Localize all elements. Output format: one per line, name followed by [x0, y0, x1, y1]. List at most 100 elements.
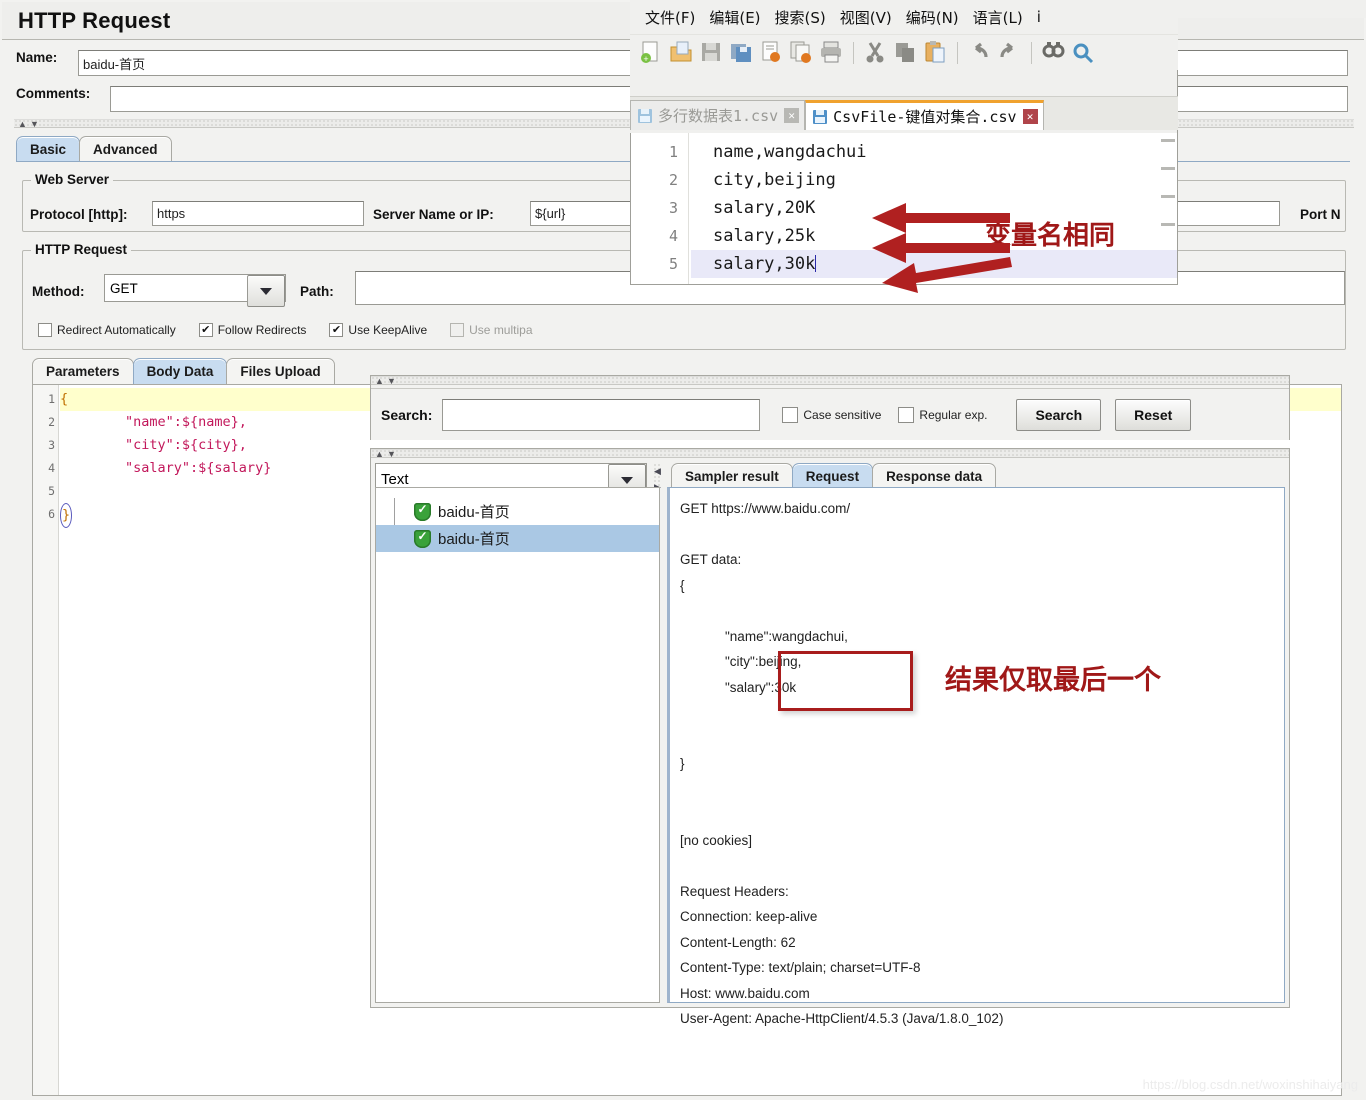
copy-icon[interactable]: [892, 39, 919, 66]
tab-parameters[interactable]: Parameters: [32, 358, 134, 384]
tab-sampler-result[interactable]: Sampler result: [671, 463, 793, 489]
close-file-icon[interactable]: [758, 39, 785, 66]
line-number: 2: [48, 415, 55, 429]
http-request-checkbox-row: Redirect Automatically ✔ Follow Redirect…: [38, 323, 550, 337]
menu-settings[interactable]: i: [1030, 6, 1048, 28]
collapse-down-icon[interactable]: ▼: [30, 120, 39, 129]
save-icon[interactable]: [698, 39, 725, 66]
menu-view[interactable]: 视图(V): [833, 5, 899, 30]
csv-line-text: salary,20K: [713, 198, 816, 218]
checkbox-box[interactable]: [38, 323, 52, 337]
result-tabstrip: Sampler result Request Response data: [671, 463, 997, 489]
floppy-disk-icon: [813, 109, 828, 124]
line-number: 2: [668, 171, 678, 189]
line-number: 5: [668, 255, 678, 273]
menu-edit[interactable]: 编辑(E): [702, 5, 767, 30]
splitter-results[interactable]: ▲ ▼: [371, 449, 1289, 459]
close-icon[interactable]: ✕: [784, 108, 800, 123]
method-select[interactable]: GET: [104, 274, 286, 307]
protocol-input[interactable]: https: [152, 201, 364, 226]
body-tabstrip: Parameters Body Data Files Upload: [32, 358, 335, 384]
list-item[interactable]: baidu-首页: [376, 498, 659, 525]
tab-body-data[interactable]: Body Data: [132, 358, 228, 384]
close-icon[interactable]: ✕: [1022, 109, 1038, 124]
menu-file[interactable]: 文件(F): [638, 5, 702, 30]
notepadpp-tabstrip: 多行数据表1.csv ✕ CsvFile-键值对集合.csv ✕: [630, 96, 1178, 130]
collapse-up-icon[interactable]: ▲: [375, 377, 384, 386]
tab-files-upload[interactable]: Files Upload: [226, 358, 335, 384]
path-label: Path:: [300, 284, 334, 299]
checkbox-label: Use KeepAlive: [348, 323, 428, 337]
name-label: Name:: [16, 50, 58, 65]
find-icon[interactable]: [1040, 39, 1067, 66]
cut-icon[interactable]: [862, 39, 889, 66]
method-dropdown-button[interactable]: [247, 275, 285, 307]
checkbox-redirect-automatically[interactable]: Redirect Automatically: [38, 323, 176, 337]
method-value: GET: [110, 280, 138, 296]
print-icon[interactable]: [818, 39, 845, 66]
checkbox-box: [450, 323, 465, 337]
collapse-down-icon[interactable]: ▼: [387, 450, 396, 459]
menu-encoding[interactable]: 编码(N): [899, 5, 966, 30]
replace-icon[interactable]: [1070, 39, 1097, 66]
checkbox-box[interactable]: ✔: [198, 323, 213, 337]
tab-advanced-label: Advanced: [93, 142, 158, 157]
line-number: 3: [48, 438, 55, 452]
checkbox-label: Follow Redirects: [217, 323, 307, 337]
server-name-label: Server Name or IP:: [373, 207, 494, 222]
menu-language[interactable]: 语言(L): [966, 5, 1030, 30]
tab-advanced[interactable]: Advanced: [79, 136, 172, 162]
tab-request-label: Request: [805, 469, 860, 484]
open-file-icon[interactable]: [668, 39, 695, 66]
menu-search[interactable]: 搜索(S): [768, 5, 833, 30]
notepadpp-toolbar: +: [630, 34, 1178, 70]
floppy-disk-icon: [638, 108, 652, 123]
collapse-down-icon[interactable]: ▼: [387, 377, 396, 386]
tab-request[interactable]: Request: [791, 463, 874, 489]
line-number: 4: [668, 227, 678, 245]
tab-basic[interactable]: Basic: [16, 136, 81, 162]
collapse-left-icon[interactable]: ◀: [654, 467, 661, 476]
paste-icon[interactable]: [922, 39, 949, 66]
page-title: HTTP Request: [18, 7, 171, 33]
line-number: 6: [48, 507, 55, 521]
npp-tab-csvfile-kv[interactable]: CsvFile-键值对集合.csv ✕: [805, 100, 1044, 130]
method-label: Method:: [32, 284, 85, 299]
search-button[interactable]: Search: [1016, 398, 1102, 431]
reset-button[interactable]: Reset: [1115, 398, 1192, 431]
checkbox-box[interactable]: [898, 406, 915, 423]
http-request-group-title: HTTP Request: [31, 242, 132, 257]
search-panel: ▲ ▼ Search: Case sensitive Regular exp. …: [370, 375, 1290, 440]
redo-icon[interactable]: [996, 39, 1023, 66]
checkbox-follow-redirects[interactable]: ✔ Follow Redirects: [198, 323, 307, 337]
basic-advanced-tabstrip: Basic Advanced: [16, 136, 172, 162]
npp-tab-multiline-csv[interactable]: 多行数据表1.csv ✕: [630, 100, 806, 130]
csv-line: city,beijing: [691, 166, 1177, 194]
save-all-icon[interactable]: [728, 39, 755, 66]
results-panel: ▲ ▼ Text ◀ ▶ baidu-首页 baidu-首页 Sampler r…: [370, 448, 1290, 1026]
tab-response-data[interactable]: Response data: [872, 463, 997, 489]
checkbox-label: Regular exp.: [919, 407, 988, 422]
body-editor-gutter: 1 2 3 4 5 6: [33, 385, 59, 1095]
toolbar-separator: [853, 41, 854, 64]
collapse-up-icon[interactable]: ▲: [18, 120, 27, 129]
list-item[interactable]: baidu-首页: [376, 525, 659, 552]
checkbox-box[interactable]: ✔: [329, 323, 344, 337]
collapse-up-icon[interactable]: ▲: [375, 450, 384, 459]
close-all-icon[interactable]: [788, 39, 815, 66]
search-input[interactable]: [442, 398, 761, 431]
new-file-icon[interactable]: +: [638, 39, 665, 66]
tab-sampler-result-label: Sampler result: [685, 469, 779, 484]
tab-basic-label: Basic: [30, 142, 67, 157]
splitter-search[interactable]: ▲ ▼: [371, 376, 1289, 386]
checkbox-box[interactable]: [782, 406, 799, 423]
undo-icon[interactable]: [966, 39, 993, 66]
checkbox-regular-exp[interactable]: Regular exp.: [898, 406, 988, 423]
checkbox-case-sensitive[interactable]: Case sensitive: [782, 406, 881, 423]
request-content-box[interactable]: GET https://www.baidu.com/ GET data: { "…: [667, 487, 1285, 1026]
protocol-input-value: https: [157, 206, 186, 221]
checkbox-use-keepalive[interactable]: ✔ Use KeepAlive: [329, 323, 427, 337]
tab-body-data-label: Body Data: [146, 364, 214, 379]
line-number: 3: [668, 199, 678, 217]
results-tree[interactable]: baidu-首页 baidu-首页: [375, 487, 660, 1003]
